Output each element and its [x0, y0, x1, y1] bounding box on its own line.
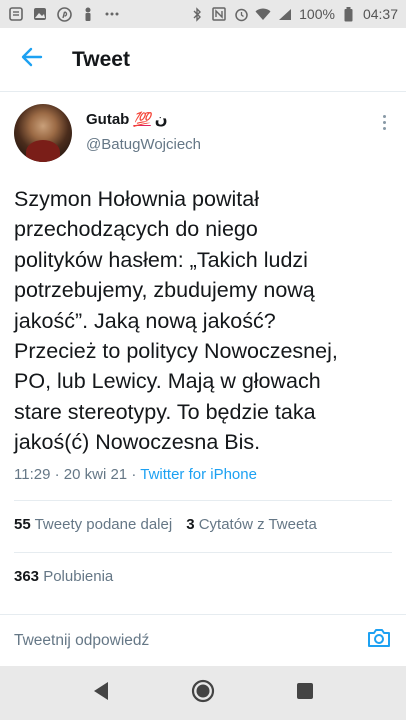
- more-dot: [382, 120, 386, 124]
- stats-row: 55 Tweety podane dalej 3 Cytatów z Tweet…: [14, 516, 317, 533]
- status-bar: 100% 04:37: [0, 0, 406, 28]
- retweets-label: Tweety podane dalej: [34, 516, 173, 533]
- status-bar-right: 100% 04:37: [189, 6, 398, 22]
- tweet-text: Szymon Hołownia powitał przechodzących d…: [14, 187, 338, 455]
- alarm-icon: [233, 6, 249, 22]
- back-button[interactable]: [0, 28, 64, 92]
- system-nav-bar: [0, 666, 406, 720]
- display-name: Gutab 💯 ن: [86, 110, 201, 129]
- retweets-stat[interactable]: 55 Tweety podane dalej: [14, 516, 172, 533]
- tweet-meta: 11:29 · 20 kwi 21 · Twitter for iPhone: [14, 466, 257, 483]
- app-header: Tweet: [0, 28, 406, 92]
- notes-icon: [8, 6, 24, 22]
- image-icon: [32, 6, 48, 22]
- dots-icon: [104, 6, 120, 22]
- nfc-icon: [211, 6, 227, 22]
- battery-percent: 100%: [299, 6, 335, 22]
- tweet-source-link[interactable]: Twitter for iPhone: [140, 466, 257, 483]
- nav-home-button[interactable]: [183, 673, 223, 713]
- meta-separator: ·: [131, 466, 137, 483]
- back-arrow-icon: [21, 47, 43, 72]
- display-name-text: Gutab: [86, 110, 130, 128]
- camera-button[interactable]: [366, 628, 392, 654]
- quotes-count: 3: [186, 516, 195, 533]
- nav-back-button[interactable]: [81, 673, 121, 713]
- page-title: Tweet: [72, 47, 130, 71]
- meta-separator: ·: [54, 466, 60, 483]
- figure-icon: [80, 6, 96, 22]
- camera-icon: [367, 628, 391, 653]
- hundred-emoji-icon: 💯: [133, 110, 151, 127]
- author-names[interactable]: Gutab 💯 ن @BatugWojciech: [86, 110, 202, 154]
- more-dot: [382, 114, 386, 118]
- wifi-icon: [255, 6, 271, 22]
- bluetooth-icon: [189, 6, 205, 22]
- home-circle-icon: [191, 679, 215, 708]
- quotes-stat[interactable]: 3 Cytatów z Tweeta: [186, 516, 317, 533]
- display-name-suffix: ن: [154, 111, 168, 128]
- status-bar-left: [8, 6, 120, 22]
- reply-input[interactable]: Tweetnij odpowiedź: [14, 632, 366, 650]
- divider: [14, 552, 392, 553]
- pinterest-icon: [56, 6, 72, 22]
- likes-label: Polubienia: [43, 568, 114, 585]
- battery-icon: [341, 6, 357, 22]
- more-options-button[interactable]: [376, 110, 392, 134]
- divider: [14, 500, 392, 501]
- tweet-author: Gutab 💯 ن @BatugWojciech: [14, 104, 394, 168]
- likes-stat[interactable]: 363 Polubienia: [14, 568, 113, 585]
- likes-count: 363: [14, 568, 40, 585]
- avatar[interactable]: [14, 104, 72, 162]
- retweets-count: 55: [14, 516, 31, 533]
- signal-icon: [277, 6, 293, 22]
- triangle-back-icon: [92, 681, 110, 706]
- tweet-date: 20 kwi 21: [63, 466, 128, 483]
- clock: 04:37: [362, 6, 398, 22]
- nav-recents-button[interactable]: [285, 673, 325, 713]
- tweet-time: 11:29: [14, 466, 51, 483]
- reply-bar: Tweetnij odpowiedź: [0, 614, 406, 666]
- more-dot: [382, 126, 386, 130]
- quotes-label: Cytatów z Tweeta: [198, 516, 317, 533]
- user-handle: @BatugWojciech: [86, 136, 202, 153]
- square-recents-icon: [296, 682, 314, 705]
